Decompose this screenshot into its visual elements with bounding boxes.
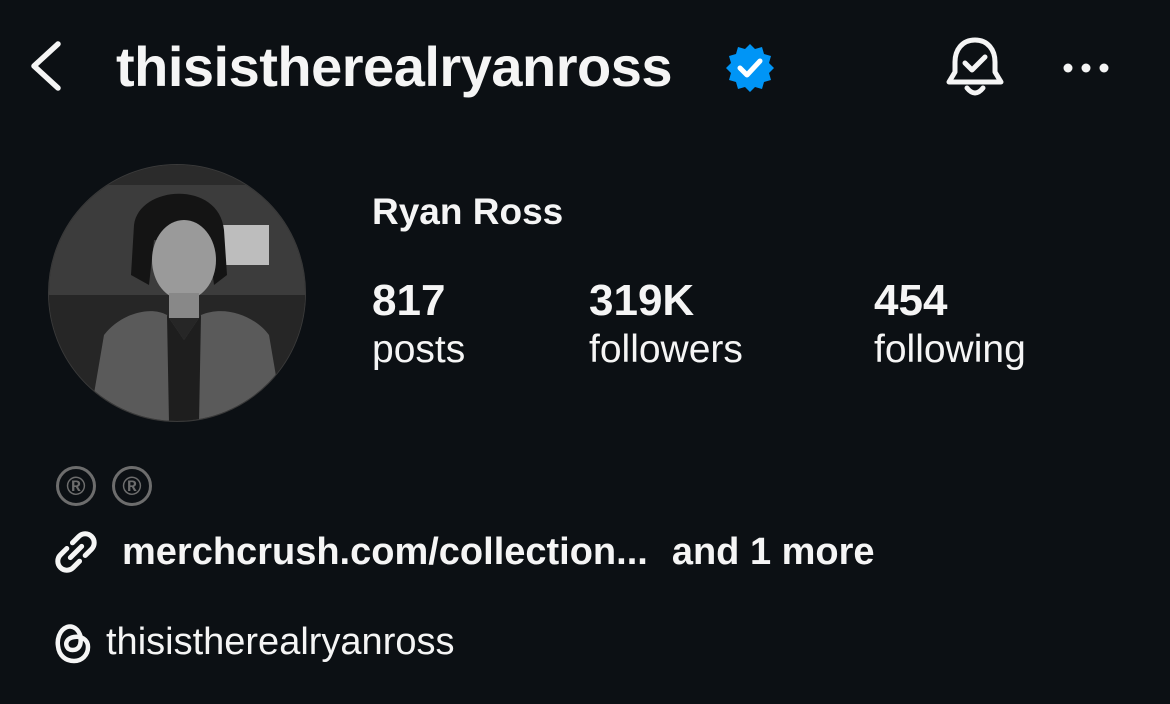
verified-badge-icon xyxy=(722,40,778,96)
bio-link[interactable]: merchcrush.com/collection... xyxy=(122,526,648,578)
registered-badge: ® xyxy=(56,466,96,506)
display-name: Ryan Ross xyxy=(372,191,564,232)
notifications-button[interactable] xyxy=(940,32,1010,104)
profile-avatar[interactable] xyxy=(48,164,306,422)
posts-stat[interactable]: 817 posts xyxy=(372,276,465,374)
followers-count: 319K xyxy=(589,276,695,325)
profile-username: thisistherealryanross xyxy=(116,35,672,98)
threads-icon xyxy=(55,624,91,664)
more-horizontal-icon xyxy=(1063,63,1109,73)
posts-label: posts xyxy=(372,328,466,371)
avatar-photo xyxy=(49,165,305,421)
registered-badge: ® xyxy=(112,466,152,506)
more-links-button[interactable]: and 1 more xyxy=(672,526,875,578)
posts-count: 817 xyxy=(372,276,446,325)
bell-check-icon xyxy=(946,37,1004,96)
more-options-button[interactable] xyxy=(1058,48,1114,88)
bio-badges: ® ® xyxy=(56,466,152,506)
followers-label: followers xyxy=(589,328,743,371)
chevron-left-icon xyxy=(31,41,61,91)
threads-link[interactable]: thisistherealryanross xyxy=(50,616,454,668)
following-count: 454 xyxy=(874,276,948,325)
followers-stat[interactable]: 319K followers xyxy=(589,276,743,374)
following-stat[interactable]: 454 following xyxy=(874,276,1026,374)
link-icon xyxy=(55,531,97,573)
following-label: following xyxy=(874,328,1026,371)
bio-link-row: merchcrush.com/collection... and 1 more xyxy=(50,526,875,578)
threads-handle: thisistherealryanross xyxy=(106,621,455,663)
back-button[interactable] xyxy=(24,38,68,94)
